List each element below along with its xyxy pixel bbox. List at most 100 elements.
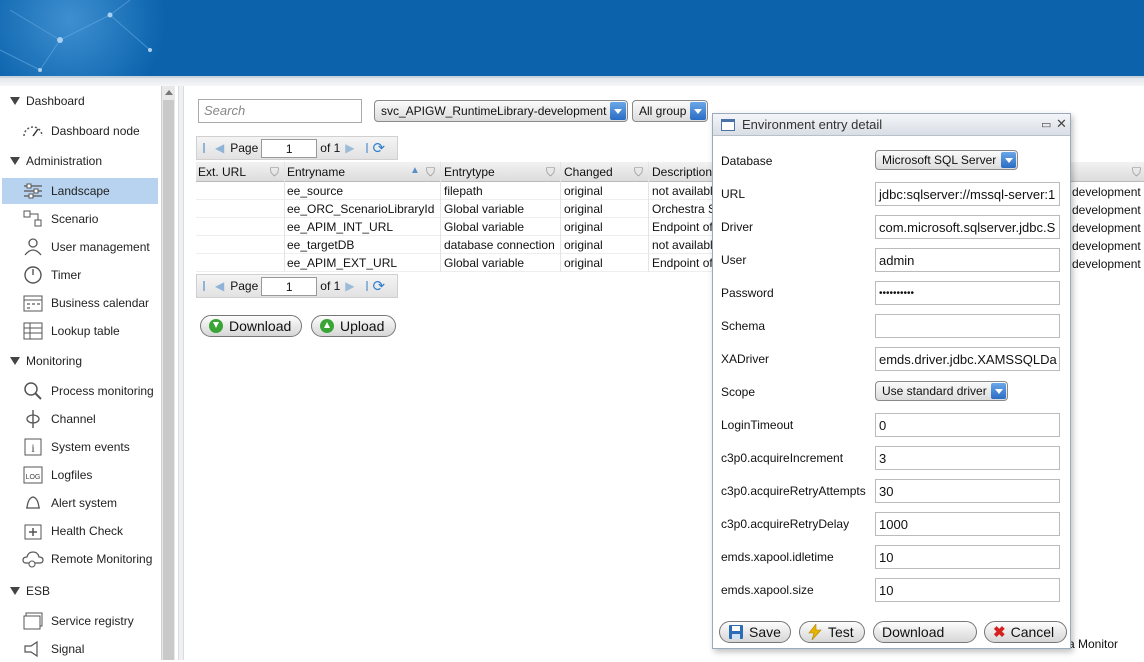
sidebar-item-scenario[interactable]: Scenario	[2, 206, 158, 232]
group-select[interactable]: All group	[632, 100, 708, 122]
field-label: emds.xapool.size	[721, 583, 814, 597]
filter-icon[interactable]: ⛉	[426, 165, 435, 180]
col-description[interactable]: Description	[652, 165, 712, 179]
chevron-down-icon[interactable]	[991, 383, 1006, 399]
grid-header-right: ⛉	[1071, 162, 1144, 182]
sidebar-item-business-calendar[interactable]: Business calendar	[2, 290, 158, 316]
panel-splitter[interactable]	[178, 86, 184, 660]
cancel-button[interactable]: ✖ Cancel	[984, 621, 1067, 643]
sidebar-item-alert-system[interactable]: Alert system	[2, 490, 158, 516]
sort-asc-icon[interactable]: ▲	[410, 165, 420, 176]
scope-select[interactable]: Use standard driver	[875, 381, 1008, 401]
bell-icon	[22, 493, 44, 513]
table-icon	[22, 321, 44, 341]
page-input[interactable]: 1	[261, 138, 318, 158]
sidebar-item-user-management[interactable]: User management	[2, 234, 158, 260]
page-input[interactable]: 1	[261, 276, 318, 296]
sidebar-item-service-registry[interactable]: Service registry	[2, 608, 158, 634]
sidebar-item-timer[interactable]: Timer	[2, 262, 158, 288]
download-button[interactable]: Download	[200, 315, 302, 337]
sidebar-item-channel[interactable]: Channel	[2, 406, 158, 432]
table-row[interactable]: ee_APIM_EXT_URL Global variable original…	[196, 254, 716, 272]
sidebar-scrollbar[interactable]	[161, 86, 175, 660]
dialog-titlebar[interactable]: Environment entry detail	[713, 114, 1070, 136]
driver-input[interactable]: com.microsoft.sqlserver.jdbc.S	[875, 215, 1060, 239]
field-label: Driver	[721, 220, 753, 234]
filter-icon[interactable]: ⛉	[270, 165, 279, 180]
floppy-icon	[729, 625, 743, 639]
sidebar-item-logfiles[interactable]: LOG Logfiles	[2, 462, 158, 488]
pool-size-input[interactable]: 10	[875, 578, 1060, 602]
scroll-up-icon[interactable]	[165, 90, 173, 95]
sidebar-item-landscape[interactable]: Landscape	[2, 178, 158, 204]
first-page-icon[interactable]	[203, 143, 212, 153]
test-button[interactable]: Test	[799, 621, 865, 643]
table-row[interactable]: ee_ORC_ScenarioLibraryId Global variable…	[196, 200, 716, 218]
first-page-icon[interactable]	[203, 281, 212, 291]
section-esb[interactable]: ESB	[10, 582, 50, 600]
idletime-input[interactable]: 10	[875, 545, 1060, 569]
pager-label: Page	[230, 141, 259, 155]
chevron-down-icon[interactable]	[690, 102, 706, 120]
next-page-icon[interactable]: ▶	[345, 141, 354, 155]
close-icon[interactable]: ✕	[1056, 116, 1067, 132]
chevron-down-icon[interactable]	[610, 102, 626, 120]
dialog-download-button[interactable]: Download	[873, 621, 977, 643]
refresh-icon[interactable]: ⟳	[373, 277, 386, 295]
environment-select[interactable]: svc_APIGW_RuntimeLibrary-development	[374, 100, 628, 122]
maximize-icon[interactable]: ▭	[1041, 118, 1051, 131]
sidebar-item-lookup-table[interactable]: Lookup table	[2, 318, 158, 344]
scrollbar-thumb[interactable]	[163, 100, 174, 660]
acquire-retry-attempts-input[interactable]: 30	[875, 479, 1060, 503]
save-button[interactable]: Save	[719, 621, 791, 643]
filter-icon[interactable]: ⛉	[1132, 165, 1141, 180]
field-label: XADriver	[721, 352, 770, 366]
upload-button[interactable]: Upload	[311, 315, 396, 337]
chevron-down-icon[interactable]	[1001, 152, 1016, 168]
section-dashboard[interactable]: Dashboard	[10, 92, 85, 110]
sidebar-item-health-check[interactable]: Health Check	[2, 518, 158, 544]
last-page-icon[interactable]	[359, 281, 368, 291]
col-ext-url[interactable]: Ext. URL	[198, 165, 246, 179]
table-row[interactable]: ee_APIM_INT_URL Global variable original…	[196, 218, 716, 236]
sidebar-item-remote-monitoring[interactable]: Remote Monitoring	[2, 546, 158, 572]
xadriver-input[interactable]: emds.driver.jdbc.XAMSSQLDa	[875, 347, 1060, 371]
table-row[interactable]: ee_targetDB database connection original…	[196, 236, 716, 254]
acquire-retry-delay-input[interactable]: 1000	[875, 512, 1060, 536]
refresh-icon[interactable]: ⟳	[373, 139, 386, 157]
section-monitoring[interactable]: Monitoring	[10, 352, 82, 370]
col-entrytype[interactable]: Entrytype	[444, 165, 495, 179]
schema-input[interactable]	[875, 314, 1060, 338]
sliders-icon	[22, 181, 44, 201]
collapse-triangle-icon	[10, 157, 20, 165]
user-input[interactable]: admin	[875, 248, 1060, 272]
col-entryname[interactable]: Entryname	[287, 165, 345, 179]
svg-text:i: i	[31, 441, 35, 455]
sidebar-item-signal[interactable]: Signal	[2, 636, 158, 662]
col-changed[interactable]: Changed	[564, 165, 613, 179]
filter-icon[interactable]: ⛉	[546, 165, 555, 180]
prev-page-icon[interactable]: ◀	[215, 279, 224, 293]
cell-text: development	[1072, 203, 1141, 217]
password-input[interactable]: ••••••••••	[875, 281, 1060, 305]
field-label: c3p0.acquireIncrement	[721, 451, 844, 465]
acquire-increment-input[interactable]: 3	[875, 446, 1060, 470]
cell-text: development	[1072, 239, 1141, 253]
sidebar-item-process-monitoring[interactable]: Process monitoring	[2, 378, 158, 404]
upload-icon	[320, 319, 334, 333]
last-page-icon[interactable]	[359, 143, 368, 153]
filter-icon[interactable]: ⛉	[634, 165, 643, 180]
database-select[interactable]: Microsoft SQL Server	[875, 150, 1018, 170]
page-count: of 1	[320, 141, 341, 155]
sidebar-item-system-events[interactable]: i System events	[2, 434, 158, 460]
next-page-icon[interactable]: ▶	[345, 279, 354, 293]
logintimeout-input[interactable]: 0	[875, 413, 1060, 437]
search-input[interactable]: Search	[198, 99, 362, 123]
sidebar-item-dashboard-node[interactable]: Dashboard node	[2, 118, 158, 144]
prev-page-icon[interactable]: ◀	[215, 141, 224, 155]
info-icon: i	[22, 437, 44, 457]
table-row[interactable]: ee_source filepath original not availabl	[196, 182, 716, 200]
section-administration[interactable]: Administration	[10, 152, 102, 170]
user-icon	[22, 237, 44, 257]
url-input[interactable]: jdbc:sqlserver://mssql-server:1	[875, 182, 1060, 206]
